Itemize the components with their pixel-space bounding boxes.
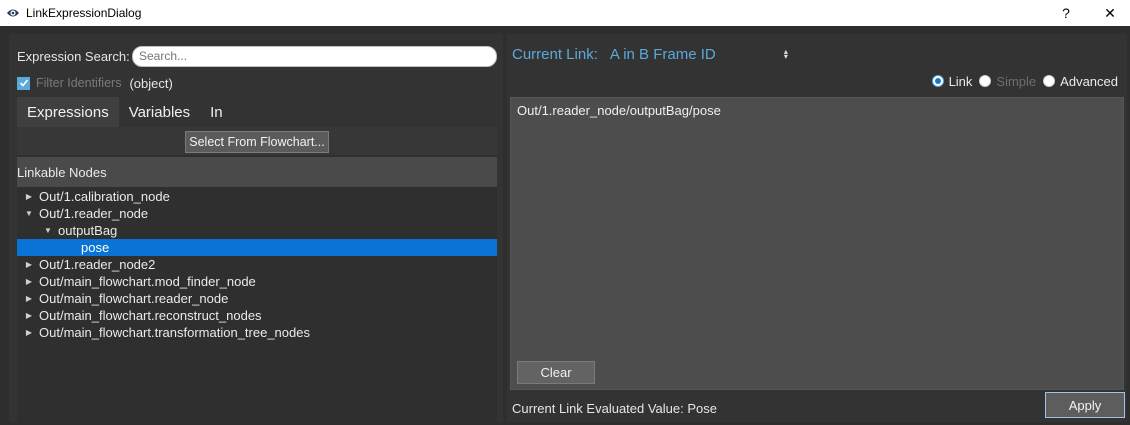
- link-mode-radio[interactable]: [931, 75, 944, 87]
- tree-item[interactable]: ▶ Out/main_flowchart.transformation_tree…: [17, 324, 497, 341]
- tree-item-label: Out/main_flowchart.reconstruct_nodes: [39, 308, 262, 323]
- tree-item[interactable]: ▶ Out/main_flowchart.mod_finder_node: [17, 273, 497, 290]
- current-link-row: Current Link: A in B Frame ID ▴ ▾: [512, 44, 788, 64]
- filter-checkbox[interactable]: [17, 76, 30, 90]
- tree-item-selected[interactable]: pose: [17, 239, 497, 256]
- advanced-mode-radio[interactable]: [1043, 75, 1056, 87]
- tree-item[interactable]: ▶ Out/main_flowchart.reconstruct_nodes: [17, 307, 497, 324]
- tree-item[interactable]: ▶ Out/1.calibration_node: [17, 188, 497, 205]
- expression-editor[interactable]: Out/1.reader_node/outputBag/pose Clear: [510, 97, 1124, 390]
- current-link-select[interactable]: A in B Frame ID ▴ ▾: [610, 46, 788, 63]
- search-row: Expression Search:: [17, 45, 497, 67]
- chevron-right-icon[interactable]: ▶: [24, 328, 34, 338]
- tree-item-label: pose: [81, 240, 110, 255]
- tab-in[interactable]: In: [200, 97, 233, 127]
- search-input[interactable]: [132, 45, 497, 67]
- tab-bar: Expressions Variables In: [17, 97, 497, 127]
- tree-item-label: Out/main_flowchart.transformation_tree_n…: [39, 325, 310, 340]
- apply-button[interactable]: Apply: [1045, 392, 1125, 418]
- tree-item[interactable]: ▼ Out/1.reader_node: [17, 205, 497, 222]
- filter-type: (object): [129, 75, 173, 91]
- advanced-mode-label: Advanced: [1060, 73, 1118, 89]
- tab-body: Select From Flowchart... Linkable Nodes …: [17, 127, 497, 422]
- tree-item[interactable]: ▼ outputBag: [17, 222, 497, 239]
- simple-mode-radio[interactable]: [979, 75, 992, 87]
- tab-expressions[interactable]: Expressions: [17, 97, 119, 127]
- mode-selector: Link Simple Advanced: [931, 72, 1125, 90]
- filter-row: Filter Identifiers (object): [17, 74, 173, 92]
- tree-item-label: Out/main_flowchart.mod_finder_node: [39, 274, 256, 289]
- current-link-value: A in B Frame ID: [609, 45, 716, 63]
- close-button[interactable]: ✕: [1087, 0, 1130, 26]
- linkable-nodes-tree: ▶ Out/1.calibration_node ▼ Out/1.reader_…: [17, 188, 497, 388]
- select-button-bar: Select From Flowchart...: [17, 127, 497, 155]
- window-title: LinkExpressionDialog: [26, 6, 142, 20]
- select-from-flowchart-button[interactable]: Select From Flowchart...: [185, 131, 329, 153]
- search-label: Expression Search:: [17, 48, 130, 64]
- chevron-down-icon[interactable]: ▼: [43, 226, 53, 236]
- chevron-right-icon[interactable]: ▶: [24, 260, 34, 270]
- tree-item[interactable]: ▶ Out/1.reader_node2: [17, 256, 497, 273]
- link-mode-label: Link: [948, 73, 973, 89]
- up-down-arrows-icon: ▴ ▾: [783, 47, 788, 61]
- tree-item-label: Out/1.reader_node2: [39, 257, 156, 272]
- tree-item-label: Out/1.reader_node: [39, 206, 149, 221]
- right-panel: Current Link: A in B Frame ID ▴ ▾ Link Si…: [507, 34, 1127, 422]
- current-link-label: Current Link:: [512, 45, 598, 63]
- filter-label: Filter Identifiers: [36, 76, 122, 90]
- clear-button[interactable]: Clear: [517, 361, 595, 384]
- tree-item-label: Out/main_flowchart.reader_node: [39, 291, 229, 306]
- help-button[interactable]: ?: [1043, 0, 1089, 26]
- tree-header: Linkable Nodes: [17, 157, 497, 187]
- chevron-right-icon[interactable]: ▶: [24, 277, 34, 287]
- chevron-right-icon[interactable]: ▶: [24, 311, 34, 321]
- title-bar: LinkExpressionDialog ? ✕: [0, 0, 1130, 26]
- simple-mode-label: Simple: [996, 73, 1037, 89]
- dialog-body: Expression Search: Filter Identifiers (o…: [0, 26, 1130, 425]
- eye-logo-icon: [6, 6, 20, 20]
- tree-item[interactable]: ▶ Out/main_flowchart.reader_node: [17, 290, 497, 307]
- chevron-right-icon[interactable]: ▶: [24, 294, 34, 304]
- check-icon: [19, 79, 28, 87]
- left-panel: Expression Search: Filter Identifiers (o…: [9, 34, 503, 422]
- tab-variables[interactable]: Variables: [118, 97, 201, 127]
- tree-item-label: Out/1.calibration_node: [39, 189, 170, 204]
- chevron-down-icon[interactable]: ▼: [24, 209, 34, 219]
- tree-item-label: outputBag: [58, 223, 118, 238]
- evaluated-value: Current Link Evaluated Value: Pose: [512, 400, 717, 416]
- chevron-right-icon[interactable]: ▶: [24, 192, 34, 202]
- expression-text: Out/1.reader_node/outputBag/pose: [517, 103, 721, 118]
